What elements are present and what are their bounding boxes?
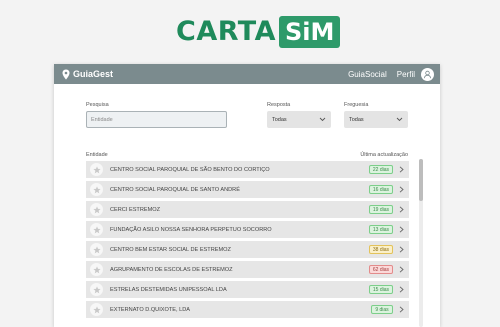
resposta-select[interactable]: Todas xyxy=(267,111,331,128)
search-placeholder: Entidade xyxy=(91,116,113,123)
star-icon xyxy=(92,205,101,213)
resposta-value: Todas xyxy=(272,116,287,123)
star-icon xyxy=(92,305,101,313)
logo-text-carta: CARTA xyxy=(176,16,277,47)
chevron-right-icon xyxy=(399,226,404,233)
favorite-star-button[interactable] xyxy=(90,223,103,236)
chevron-right-icon xyxy=(399,266,404,273)
star-icon xyxy=(92,245,101,253)
update-age-badge: 38 dias xyxy=(368,245,393,254)
resposta-label: Resposta xyxy=(267,102,291,108)
update-age-badge: 62 dias xyxy=(368,265,393,274)
chevron-right-icon xyxy=(399,246,404,253)
list-item[interactable]: Centro Bem Estar Social de Estremoz 38 di… xyxy=(86,241,409,258)
map-pin-icon xyxy=(62,69,70,79)
chevron-down-icon xyxy=(396,117,403,122)
list-scrollbar[interactable] xyxy=(419,159,423,327)
entity-name: CERCI Estremoz xyxy=(110,206,161,213)
chevron-right-icon xyxy=(399,286,404,293)
favorite-star-button[interactable] xyxy=(90,303,103,316)
star-icon xyxy=(92,185,101,193)
list-item[interactable]: Agrupamento de Escolas de Estremoz 62 dia… xyxy=(86,261,409,278)
logo-text-sim: SiM xyxy=(279,16,341,48)
favorite-star-button[interactable] xyxy=(90,263,103,276)
update-age-badge: 19 dias xyxy=(368,205,393,214)
update-age-badge: 16 dias xyxy=(368,185,393,194)
entity-list: Centro Social Paroquial de São Bento do … xyxy=(86,161,409,321)
search-input[interactable]: Entidade xyxy=(86,111,227,128)
favorite-star-button[interactable] xyxy=(90,183,103,196)
column-entity: Entidade xyxy=(86,152,108,158)
list-item[interactable]: CERCI Estremoz 19 dias xyxy=(86,201,409,218)
chevron-right-icon xyxy=(399,306,404,313)
chevron-down-icon xyxy=(319,117,326,122)
list-item[interactable]: Externato D.Quixote, LDA 9 dias xyxy=(86,301,409,318)
list-header: Entidade Última actualização xyxy=(86,152,408,158)
freguesia-value: Todas xyxy=(349,116,364,123)
search-label: Pesquisa xyxy=(86,102,109,108)
entity-name: Agrupamento de Escolas de Estremoz xyxy=(110,266,233,273)
cartasim-logo: CARTA SiM xyxy=(176,15,341,49)
chevron-right-icon xyxy=(399,166,404,173)
entity-name: Centro Social Paroquial de Santo André xyxy=(110,186,240,193)
chevron-right-icon xyxy=(399,186,404,193)
top-bar: GuiaGest GuiaSocial Perfil xyxy=(54,64,440,84)
star-icon xyxy=(92,265,101,273)
app-window: GuiaGest GuiaSocial Perfil Pesquisa Enti… xyxy=(54,64,440,327)
star-icon xyxy=(92,285,101,293)
favorite-star-button[interactable] xyxy=(90,243,103,256)
favorite-star-button[interactable] xyxy=(90,203,103,216)
entity-name: Externato D.Quixote, LDA xyxy=(110,306,190,313)
entity-name: Centro Bem Estar Social de Estremoz xyxy=(110,246,231,253)
avatar[interactable] xyxy=(421,67,434,81)
entity-name: Centro Social Paroquial de São Bento do … xyxy=(110,166,270,173)
column-last-update: Última actualização xyxy=(360,152,408,158)
entity-name: Estrelas Destemidas Unipessoal LDA xyxy=(110,286,227,293)
freguesia-select[interactable]: Todas xyxy=(344,111,408,128)
update-age-badge: 13 dias xyxy=(368,225,393,234)
list-item[interactable]: Estrelas Destemidas Unipessoal LDA 15 dia… xyxy=(86,281,409,298)
star-icon xyxy=(92,165,101,173)
update-age-badge: 22 dias xyxy=(368,165,393,174)
nav-perfil[interactable]: Perfil xyxy=(397,70,415,79)
update-age-badge: 9 dias xyxy=(371,305,393,314)
list-item[interactable]: Centro Social Paroquial de Santo André 16… xyxy=(86,181,409,198)
app-home-link[interactable]: GuiaGest xyxy=(62,69,113,80)
nav-guiasocial[interactable]: GuiaSocial xyxy=(348,70,387,79)
list-item[interactable]: Centro Social Paroquial de São Bento do … xyxy=(86,161,409,178)
favorite-star-button[interactable] xyxy=(90,163,103,176)
update-age-badge: 15 dias xyxy=(368,285,393,294)
star-icon xyxy=(92,225,101,233)
entity-name: Fundação Asilo Nossa Senhora Perpetuo So… xyxy=(110,226,272,233)
app-name: GuiaGest xyxy=(73,69,114,79)
filters-panel: Pesquisa Entidade Resposta Todas Fregues… xyxy=(86,102,440,132)
favorite-star-button[interactable] xyxy=(90,283,103,296)
chevron-right-icon xyxy=(399,206,404,213)
freguesia-label: Freguesia xyxy=(344,102,369,108)
user-icon xyxy=(423,70,432,78)
list-item[interactable]: Fundação Asilo Nossa Senhora Perpetuo So… xyxy=(86,221,409,238)
top-nav: GuiaSocial Perfil xyxy=(348,67,434,81)
scrollbar-thumb[interactable] xyxy=(419,159,423,201)
